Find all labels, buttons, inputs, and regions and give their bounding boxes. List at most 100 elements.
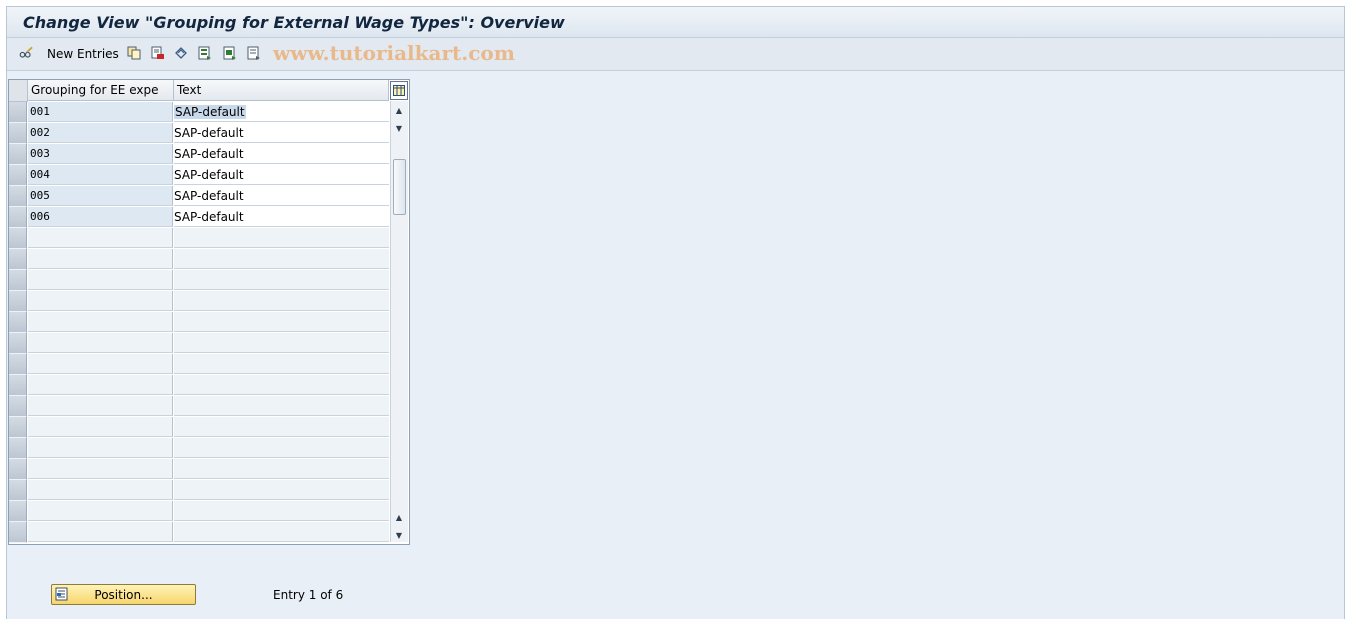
- table-row[interactable]: [9, 396, 389, 417]
- copy-icon[interactable]: [127, 46, 141, 60]
- text-cell[interactable]: SAP-default: [174, 102, 389, 122]
- glasses-pencil-icon[interactable]: [19, 46, 33, 60]
- row-selector[interactable]: [9, 417, 27, 438]
- text-cell[interactable]: [174, 291, 389, 311]
- table-row[interactable]: [9, 459, 389, 480]
- table-row[interactable]: [9, 291, 389, 312]
- table-row[interactable]: 001 SAP-default: [9, 102, 389, 123]
- text-cell[interactable]: [174, 501, 389, 521]
- grouping-cell[interactable]: [28, 480, 173, 500]
- table-row[interactable]: [9, 270, 389, 291]
- text-cell[interactable]: [174, 312, 389, 332]
- row-selector[interactable]: [9, 459, 27, 480]
- grouping-cell[interactable]: 002: [28, 123, 173, 143]
- scroll-up-icon[interactable]: ▲: [393, 104, 405, 116]
- table-row[interactable]: 004 SAP-default: [9, 165, 389, 186]
- table-row[interactable]: [9, 417, 389, 438]
- row-selector[interactable]: [9, 228, 27, 249]
- text-cell[interactable]: [174, 396, 389, 416]
- row-selector[interactable]: [9, 438, 27, 459]
- row-selector[interactable]: [9, 123, 27, 144]
- grouping-cell[interactable]: [28, 438, 173, 458]
- text-cell[interactable]: [174, 249, 389, 269]
- row-selector[interactable]: [9, 186, 27, 207]
- row-selector[interactable]: [9, 480, 27, 501]
- grouping-cell[interactable]: [28, 333, 173, 353]
- row-selector[interactable]: [9, 249, 27, 270]
- grouping-cell[interactable]: [28, 228, 173, 248]
- text-cell[interactable]: [174, 228, 389, 248]
- text-cell[interactable]: SAP-default: [174, 144, 389, 164]
- vertical-scrollbar[interactable]: ▲ ▼ ▲ ▼: [390, 101, 408, 542]
- table-row[interactable]: 003 SAP-default: [9, 144, 389, 165]
- text-cell[interactable]: [174, 459, 389, 479]
- text-cell[interactable]: SAP-default: [174, 165, 389, 185]
- table-row[interactable]: 006 SAP-default: [9, 207, 389, 228]
- row-selector[interactable]: [9, 312, 27, 333]
- text-cell[interactable]: SAP-default: [174, 186, 389, 206]
- grouping-cell[interactable]: [28, 375, 173, 395]
- grouping-cell[interactable]: [28, 312, 173, 332]
- select-all-icon[interactable]: [198, 46, 212, 60]
- text-cell[interactable]: SAP-default: [174, 123, 389, 143]
- text-cell[interactable]: SAP-default: [174, 207, 389, 227]
- row-selector[interactable]: [9, 333, 27, 354]
- position-button[interactable]: Position...: [51, 584, 196, 605]
- row-selector[interactable]: [9, 270, 27, 291]
- text-cell[interactable]: [174, 417, 389, 437]
- table-row[interactable]: [9, 354, 389, 375]
- text-cell[interactable]: [174, 522, 389, 542]
- grouping-cell[interactable]: 004: [28, 165, 173, 185]
- grouping-cell[interactable]: [28, 249, 173, 269]
- table-row[interactable]: [9, 228, 389, 249]
- grouping-cell[interactable]: 006: [28, 207, 173, 227]
- row-selector[interactable]: [9, 207, 27, 228]
- row-selector[interactable]: [9, 354, 27, 375]
- grouping-cell[interactable]: [28, 291, 173, 311]
- grouping-cell[interactable]: 001: [28, 102, 173, 122]
- grouping-cell[interactable]: [28, 270, 173, 290]
- row-selector[interactable]: [9, 396, 27, 417]
- page-up-icon[interactable]: ▲: [393, 511, 405, 523]
- text-cell[interactable]: [174, 354, 389, 374]
- table-settings-icon[interactable]: [390, 81, 408, 100]
- grouping-cell[interactable]: [28, 354, 173, 374]
- grouping-cell[interactable]: [28, 396, 173, 416]
- row-selector[interactable]: [9, 375, 27, 396]
- delete-icon[interactable]: [151, 46, 165, 60]
- table-row[interactable]: 002 SAP-default: [9, 123, 389, 144]
- grouping-cell[interactable]: [28, 501, 173, 521]
- table-row[interactable]: [9, 312, 389, 333]
- table-row[interactable]: 005 SAP-default: [9, 186, 389, 207]
- table-row[interactable]: [9, 333, 389, 354]
- select-block-icon[interactable]: [223, 46, 237, 60]
- text-cell[interactable]: [174, 375, 389, 395]
- table-row[interactable]: [9, 480, 389, 501]
- grouping-cell[interactable]: 005: [28, 186, 173, 206]
- text-cell[interactable]: [174, 438, 389, 458]
- row-selector[interactable]: [9, 501, 27, 522]
- table-row[interactable]: [9, 438, 389, 459]
- grouping-cell[interactable]: 003: [28, 144, 173, 164]
- table-row[interactable]: [9, 522, 389, 543]
- table-row[interactable]: [9, 501, 389, 522]
- row-selector[interactable]: [9, 102, 27, 123]
- table-row[interactable]: [9, 375, 389, 396]
- text-cell[interactable]: [174, 480, 389, 500]
- row-selector[interactable]: [9, 522, 27, 543]
- text-cell[interactable]: [174, 333, 389, 353]
- row-selector[interactable]: [9, 165, 27, 186]
- grouping-cell[interactable]: [28, 417, 173, 437]
- column-header-grouping[interactable]: Grouping for EE expe: [28, 80, 174, 101]
- new-entries-button[interactable]: New Entries: [47, 47, 119, 61]
- text-cell[interactable]: [174, 270, 389, 290]
- row-selector[interactable]: [9, 291, 27, 312]
- grouping-cell[interactable]: [28, 522, 173, 542]
- scrollbar-thumb[interactable]: [393, 159, 406, 215]
- grouping-cell[interactable]: [28, 459, 173, 479]
- deselect-all-icon[interactable]: [247, 46, 261, 60]
- page-down-icon[interactable]: ▼: [393, 122, 405, 134]
- row-selector[interactable]: [9, 144, 27, 165]
- table-row[interactable]: [9, 249, 389, 270]
- undo-icon[interactable]: [174, 46, 188, 60]
